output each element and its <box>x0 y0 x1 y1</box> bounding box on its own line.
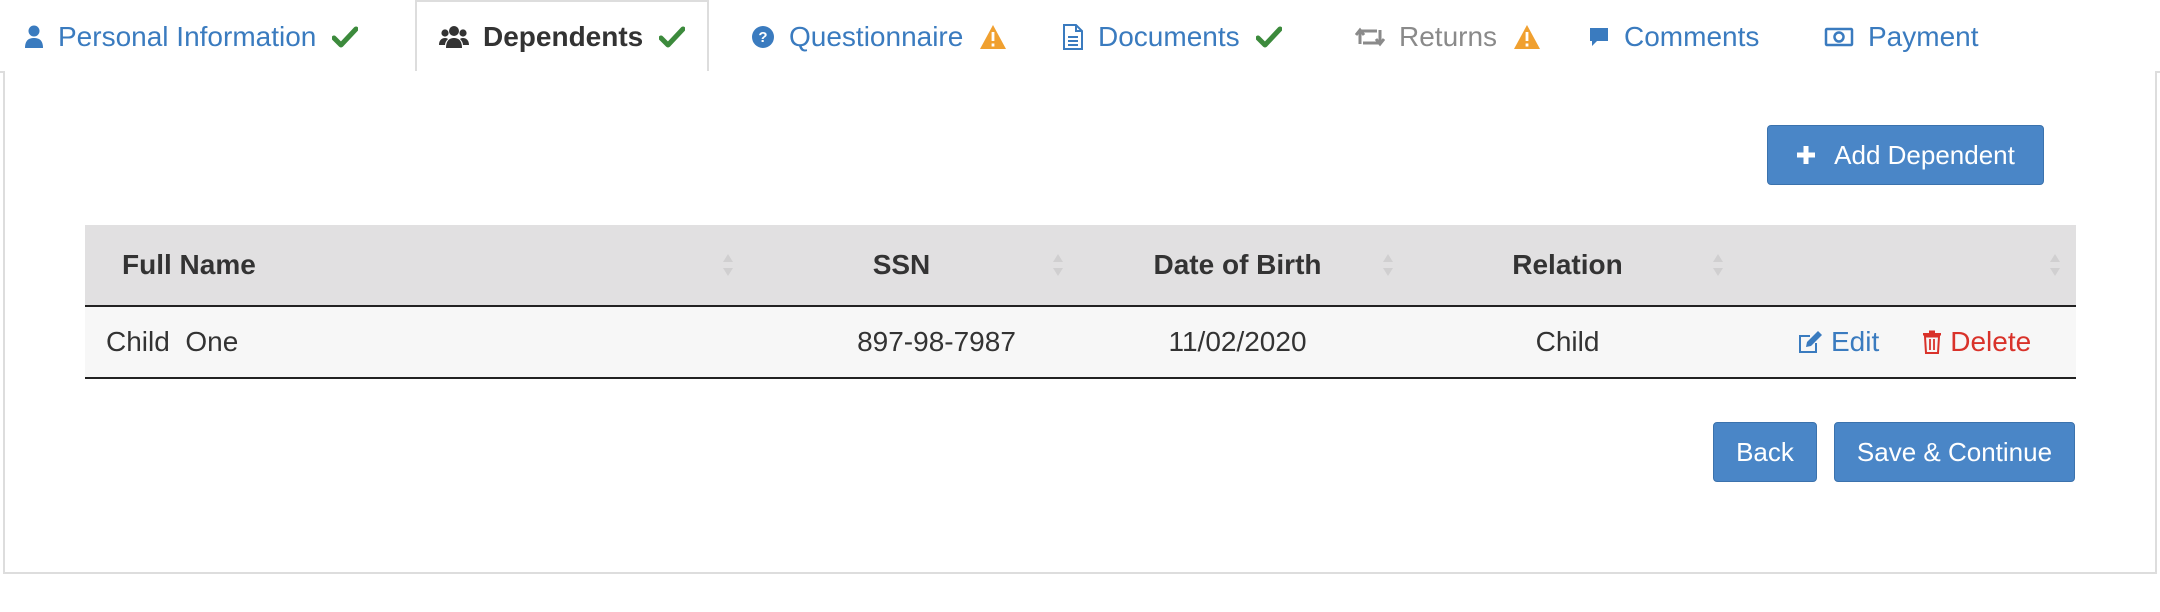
edit-icon <box>1799 331 1822 353</box>
dependents-table: Full Name SSN Date of Birth Relation Chi… <box>85 225 2076 379</box>
save-and-continue-button[interactable]: Save & Continue <box>1834 422 2075 482</box>
tab-bar: Personal Information Dependents ? Questi… <box>0 0 2160 73</box>
tab-returns[interactable]: Returns <box>1355 0 1541 73</box>
users-icon <box>439 25 469 49</box>
cell-ssn: 897-98-7987 <box>857 326 1016 357</box>
tab-dependents[interactable]: Dependents <box>415 0 710 73</box>
tab-label: Personal Information <box>58 20 317 52</box>
tab-label: Questionnaire <box>789 20 964 52</box>
cell-date-of-birth: 11/02/2020 <box>1168 326 1307 357</box>
retweet-icon <box>1355 26 1385 48</box>
warning-icon <box>1513 24 1541 50</box>
tab-label: Returns <box>1399 20 1498 52</box>
tab-payment[interactable]: Payment <box>1824 0 1979 73</box>
check-icon <box>659 26 686 48</box>
cell-full-name: Child One <box>106 326 239 357</box>
sort-icon[interactable] <box>2049 251 2061 279</box>
user-icon <box>24 25 44 49</box>
question-circle-icon: ? <box>751 25 775 49</box>
column-header-ssn[interactable]: SSN <box>785 225 1018 305</box>
check-icon <box>1255 26 1282 48</box>
add-dependent-button[interactable]: Add Dependent <box>1767 125 2044 185</box>
column-header-date-of-birth[interactable]: Date of Birth <box>1076 225 1399 305</box>
trash-icon <box>1923 330 1942 354</box>
table-header: Full Name SSN Date of Birth Relation <box>85 225 2076 307</box>
tab-questionnaire[interactable]: ? Questionnaire <box>751 0 1007 73</box>
column-header-full-name[interactable]: Full Name <box>122 225 256 305</box>
tab-documents[interactable]: Documents <box>1062 0 1282 73</box>
tab-comments[interactable]: Comments <box>1588 0 1759 73</box>
sort-icon[interactable] <box>722 251 734 279</box>
table-row: Child One 897-98-7987 11/02/2020 Child E… <box>85 307 2076 379</box>
comment-icon <box>1588 26 1610 48</box>
sort-icon[interactable] <box>1052 251 1064 279</box>
svg-text:?: ? <box>758 29 767 46</box>
sort-icon[interactable] <box>1382 251 1394 279</box>
sort-icon[interactable] <box>1712 251 1724 279</box>
tab-label: Payment <box>1868 20 1979 52</box>
tab-personal-information[interactable]: Personal Information <box>24 0 359 73</box>
column-header-relation[interactable]: Relation <box>1406 225 1729 305</box>
warning-icon <box>979 24 1007 50</box>
tab-label: Dependents <box>483 20 644 52</box>
cell-relation: Child <box>1535 326 1600 357</box>
tab-label: Comments <box>1624 20 1760 52</box>
money-icon <box>1824 26 1854 48</box>
tab-label: Documents <box>1098 20 1240 52</box>
document-icon <box>1062 23 1084 50</box>
row-actions: Edit Delete <box>1797 307 2031 377</box>
plus-icon <box>1796 145 1816 165</box>
back-button[interactable]: Back <box>1713 422 1817 482</box>
check-icon <box>332 26 359 48</box>
edit-link[interactable]: Edit <box>1797 326 1879 358</box>
delete-link[interactable]: Delete <box>1922 326 2031 358</box>
